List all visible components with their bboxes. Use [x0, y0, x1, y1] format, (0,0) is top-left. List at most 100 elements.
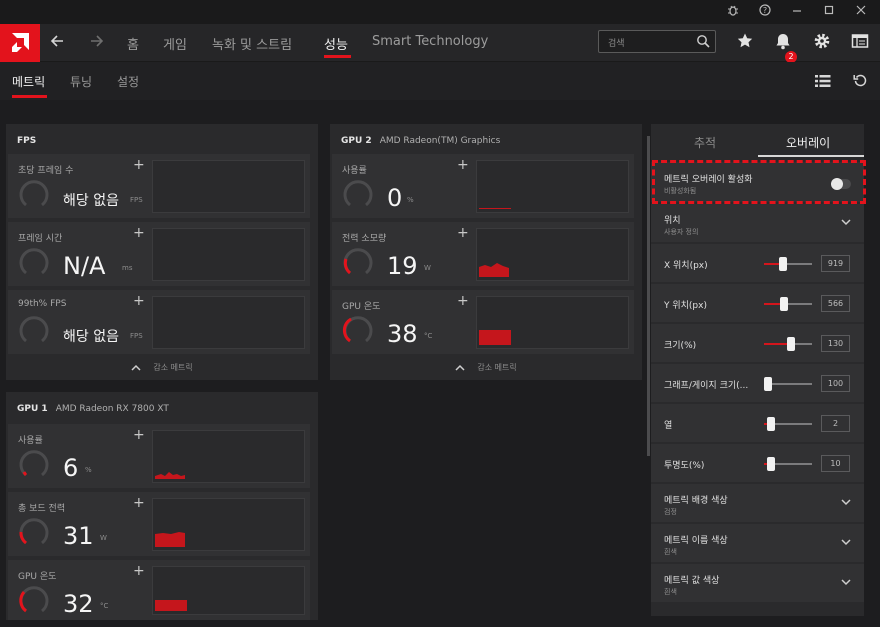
add-metric-plus-icon[interactable]: +	[457, 293, 469, 309]
nav-games[interactable]: 게임	[163, 34, 187, 53]
search-icon[interactable]	[696, 33, 710, 52]
metric-name-color-dropdown[interactable]: 메트릭 이름 색상 흰색	[651, 524, 864, 562]
position-dropdown[interactable]: 위치 사용자 정의	[651, 204, 864, 242]
opacity-slider-row: 투명도(%) 10	[651, 444, 864, 482]
tab-metrics[interactable]: 메트릭	[12, 73, 45, 90]
slider-value-input[interactable]: 566	[821, 295, 850, 312]
slider-label: 그래프/게이지 크기(...	[664, 381, 749, 391]
slider-thumb[interactable]	[767, 457, 775, 471]
gpu2-card-title: GPU 2 AMD Radeon(TM) Graphics	[341, 136, 500, 146]
metric-label: 총 보드 전력	[18, 504, 66, 514]
collapse-label: 감소 메트릭	[153, 363, 193, 372]
metric-value-color-dropdown[interactable]: 메트릭 값 색상 흰색	[651, 564, 864, 602]
add-metric-plus-icon[interactable]: +	[133, 293, 145, 309]
metric-value: 0	[387, 184, 403, 212]
add-metric-plus-icon[interactable]: +	[133, 225, 145, 241]
gauge-icon	[19, 316, 49, 343]
gpu1-subtitle: AMD Radeon RX 7800 XT	[55, 404, 169, 414]
back-arrow-icon[interactable]	[50, 32, 64, 53]
sub-navigation: 메트릭 튜닝 설정	[0, 62, 880, 100]
slider-value-input[interactable]: 919	[821, 255, 850, 272]
color-label: 메트릭 이름 색상	[664, 536, 728, 546]
metric-unit: FPS	[130, 332, 143, 340]
gpu1-title: GPU 1	[17, 404, 48, 414]
fps-card: FPS 초당 프레임 수 + 해당 없음 FPS 프레임 시간 + N/A ms…	[6, 124, 318, 380]
x-position-slider-row: X 위치(px) 919	[651, 244, 864, 282]
metric-graph	[152, 160, 305, 213]
nav-home[interactable]: 홈	[127, 34, 139, 53]
metric-unit: FPS	[130, 196, 143, 204]
add-metric-plus-icon[interactable]: +	[457, 157, 469, 173]
gpu2-usage-metric-tile: 사용률 + 0 %	[332, 154, 634, 218]
metric-graph	[152, 228, 305, 281]
metric-graph	[152, 430, 305, 483]
nav-performance[interactable]: 성능	[324, 34, 348, 53]
slider-label: Y 위치(px)	[664, 301, 707, 311]
metric-label: GPU 온도	[18, 572, 57, 582]
collapse-metrics-button[interactable]: 감소 메트릭	[330, 358, 642, 378]
favorites-star-icon[interactable]	[736, 32, 754, 54]
maximize-icon[interactable]	[820, 3, 838, 21]
graph-gauge-size-slider-row: 그래프/게이지 크기(... 100	[651, 364, 864, 402]
collapse-metrics-button[interactable]: 감소 메트릭	[6, 358, 318, 378]
metric-graph	[152, 498, 305, 551]
metric-label: 초당 프레임 수	[18, 166, 74, 176]
tab-settings[interactable]: 설정	[117, 73, 139, 90]
slider-thumb[interactable]	[767, 417, 775, 431]
tab-tuning[interactable]: 튜닝	[70, 73, 92, 90]
slider-thumb[interactable]	[764, 377, 772, 391]
tab-tracking[interactable]: 추적	[694, 134, 716, 151]
add-metric-plus-icon[interactable]: +	[133, 495, 145, 511]
slider-thumb[interactable]	[787, 337, 795, 351]
gpu2-title: GPU 2	[341, 136, 372, 146]
metric-value: 32	[63, 590, 94, 618]
position-value: 사용자 정의	[664, 228, 699, 236]
slider-thumb[interactable]	[779, 257, 787, 271]
metric-unit: W	[100, 534, 107, 542]
help-icon[interactable]: ?	[756, 3, 774, 21]
minimize-icon[interactable]	[788, 3, 806, 21]
graph-bar	[479, 330, 511, 345]
window-layout-icon[interactable]	[851, 32, 869, 54]
metric-graph	[476, 228, 629, 281]
search-field[interactable]: 검색	[598, 30, 716, 53]
graph-bar	[155, 600, 187, 611]
slider-value-input[interactable]: 100	[821, 375, 850, 392]
settings-gear-icon[interactable]	[813, 32, 831, 54]
metric-graph	[476, 296, 629, 349]
metric-background-color-dropdown[interactable]: 메트릭 배경 색상 검정	[651, 484, 864, 522]
color-label: 메트릭 배경 색상	[664, 496, 728, 506]
reset-icon[interactable]	[853, 72, 867, 91]
fps-99th-metric-tile: 99th% FPS + 해당 없음 FPS	[8, 290, 310, 354]
metric-graph	[152, 566, 305, 615]
metric-label: 사용률	[18, 436, 43, 446]
slider-value-input[interactable]: 2	[821, 415, 850, 432]
gpu2-power-metric-tile: 전력 소모량 + 19 W	[332, 222, 634, 286]
tab-overlay[interactable]: 오버레이	[786, 134, 830, 151]
nav-record-stream[interactable]: 녹화 및 스트림	[212, 34, 292, 53]
color-label: 메트릭 값 색상	[664, 576, 720, 586]
nav-smart-technology[interactable]: Smart Technology	[372, 34, 488, 49]
chevron-down-icon	[841, 536, 851, 549]
metric-value: N/A	[63, 252, 106, 280]
list-view-icon[interactable]	[815, 73, 831, 92]
color-value: 흰색	[664, 588, 677, 596]
metric-graph	[476, 160, 629, 213]
slider-value-input[interactable]: 130	[821, 335, 850, 352]
gauge-icon	[342, 316, 373, 343]
gauge-icon	[343, 248, 373, 275]
close-icon[interactable]	[852, 3, 870, 21]
add-metric-plus-icon[interactable]: +	[133, 157, 145, 173]
add-metric-plus-icon[interactable]: +	[133, 427, 145, 443]
main-scrollbar[interactable]	[647, 136, 650, 456]
chevron-down-icon	[841, 216, 851, 229]
bug-icon[interactable]	[724, 3, 742, 21]
slider-value-input[interactable]: 10	[821, 455, 850, 472]
gpu1-card-title: GPU 1 AMD Radeon RX 7800 XT	[17, 404, 169, 414]
slider-thumb[interactable]	[780, 297, 788, 311]
add-metric-plus-icon[interactable]: +	[457, 225, 469, 241]
amd-logo[interactable]	[0, 24, 40, 62]
forward-arrow-icon[interactable]	[90, 32, 104, 53]
add-metric-plus-icon[interactable]: +	[133, 563, 145, 579]
slider-label: 투명도(%)	[664, 461, 705, 471]
